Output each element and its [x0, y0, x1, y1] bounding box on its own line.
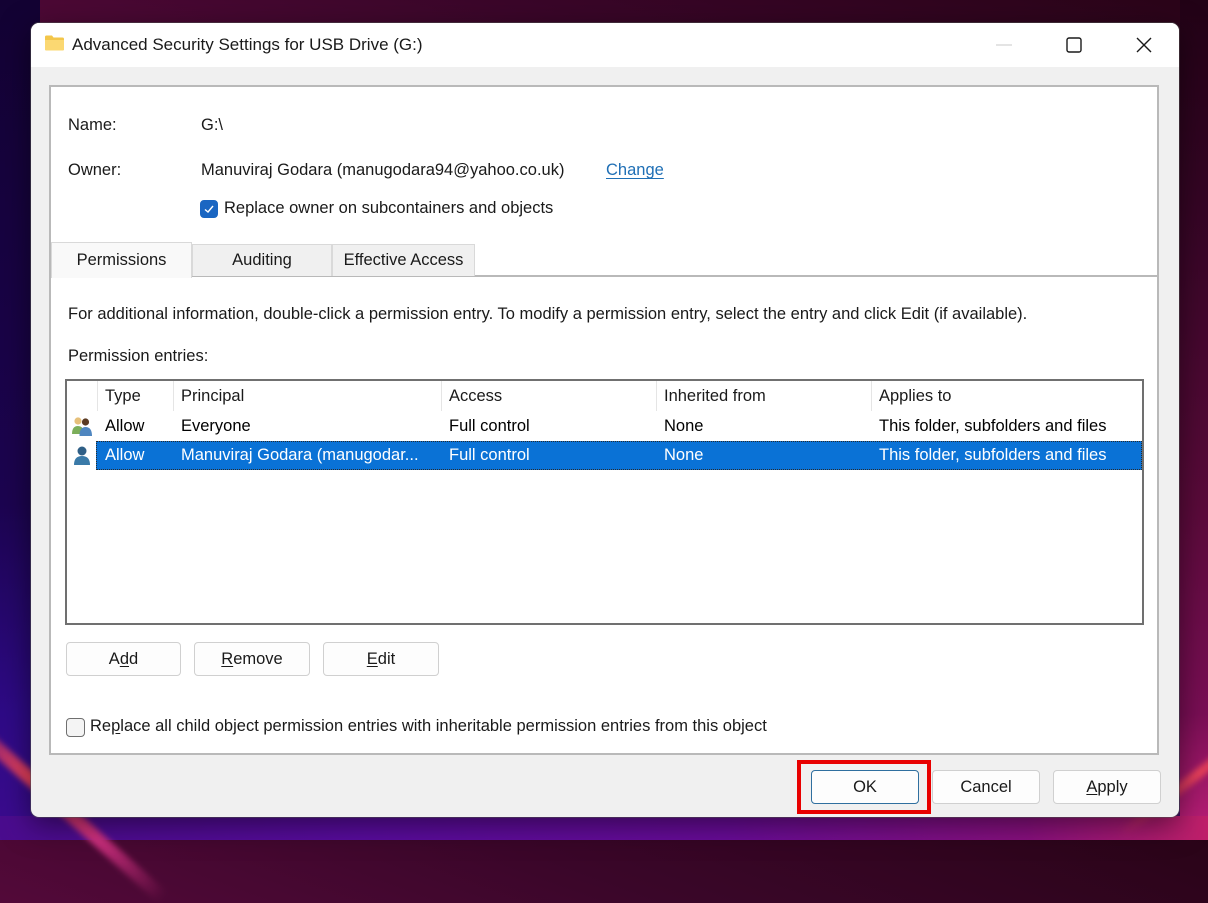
- add-label-pre: A: [108, 649, 120, 668]
- replace-owner-label[interactable]: Replace owner on subcontainers and objec…: [224, 199, 553, 218]
- desktop-wallpaper-right: [1180, 0, 1208, 840]
- title-bar[interactable]: Advanced Security Settings for USB Drive…: [31, 23, 1179, 67]
- permission-entries-label: Permission entries:: [68, 347, 209, 365]
- column-header-inherited-from[interactable]: Inherited from: [657, 381, 872, 411]
- owner-value: Manuviraj Godara (manugodara94@yahoo.co.…: [201, 161, 565, 179]
- group-users-icon: [72, 417, 92, 436]
- column-header-access[interactable]: Access: [442, 381, 657, 411]
- permissions-info-text: For additional information, double-click…: [68, 305, 1028, 323]
- edit-label-mnemonic: E: [366, 649, 378, 668]
- edit-label-post: dit: [377, 649, 396, 668]
- tab-auditing[interactable]: Auditing: [192, 244, 332, 276]
- remove-label-mnemonic: R: [221, 649, 234, 668]
- apply-label-mnemonic: A: [1086, 777, 1098, 796]
- checkmark-icon: [204, 205, 214, 213]
- cell-inherited-from: None: [664, 417, 704, 435]
- cell-applies-to: This folder, subfolders and files: [879, 417, 1107, 435]
- cell-access: Full control: [449, 446, 530, 464]
- minimize-icon: [996, 44, 1012, 46]
- user-icon: [74, 446, 90, 465]
- table-row[interactable]: Allow Everyone Full control None This fo…: [67, 412, 1142, 441]
- maximize-button[interactable]: [1039, 23, 1109, 67]
- remove-button[interactable]: Remove: [194, 642, 310, 676]
- name-label: Name:: [68, 116, 117, 134]
- column-header-icon[interactable]: [67, 381, 98, 411]
- replace-child-label-pre: Re: [90, 717, 112, 735]
- cancel-button[interactable]: Cancel: [932, 770, 1040, 804]
- tab-permissions[interactable]: Permissions: [51, 242, 192, 278]
- name-value: G:\: [201, 116, 224, 134]
- replace-child-permissions-label[interactable]: Replace all child object permission entr…: [90, 717, 767, 736]
- replace-child-permissions-checkbox[interactable]: [66, 718, 85, 737]
- advanced-security-settings-dialog: Advanced Security Settings for USB Drive…: [31, 23, 1179, 817]
- minimize-button[interactable]: [969, 23, 1039, 67]
- cell-type: Allow: [105, 417, 145, 435]
- row-cells: Allow Manuviraj Godara (manugodar... Ful…: [96, 441, 1142, 470]
- window-title: Advanced Security Settings for USB Drive…: [72, 35, 423, 54]
- cell-principal: Everyone: [181, 417, 251, 435]
- cell-type: Allow: [105, 446, 145, 464]
- permission-entries-list[interactable]: Type Principal Access Inherited from App…: [65, 379, 1144, 625]
- cell-principal: Manuviraj Godara (manugodar...: [181, 446, 419, 464]
- tab-effective-access[interactable]: Effective Access: [332, 244, 475, 276]
- change-owner-link[interactable]: Change: [606, 161, 664, 180]
- close-icon: [1136, 37, 1152, 53]
- replace-owner-checkbox[interactable]: [200, 200, 218, 218]
- cell-applies-to: This folder, subfolders and files: [879, 446, 1107, 464]
- row-cells: Allow Everyone Full control None This fo…: [96, 412, 1142, 441]
- close-button[interactable]: [1109, 23, 1179, 67]
- apply-button[interactable]: Apply: [1053, 770, 1161, 804]
- folder-icon: [45, 35, 64, 51]
- desktop-wallpaper-bottom: [0, 816, 1208, 840]
- security-settings-panel: Name: G:\ Owner: Manuviraj Godara (manug…: [49, 85, 1159, 755]
- add-label-mnemonic: d: [119, 649, 129, 668]
- remove-label-post: emove: [233, 649, 283, 668]
- edit-button[interactable]: Edit: [323, 642, 439, 676]
- column-header-applies-to[interactable]: Applies to: [872, 381, 1142, 411]
- cell-access: Full control: [449, 417, 530, 435]
- cell-inherited-from: None: [664, 446, 704, 464]
- column-header-principal[interactable]: Principal: [174, 381, 442, 411]
- table-row-selected[interactable]: Allow Manuviraj Godara (manugodar... Ful…: [67, 441, 1142, 470]
- add-button[interactable]: Add: [66, 642, 181, 676]
- replace-child-label-post: lace all child object permission entries…: [120, 717, 767, 735]
- owner-label: Owner:: [68, 161, 122, 179]
- ok-button[interactable]: OK: [811, 770, 919, 804]
- column-header-type[interactable]: Type: [98, 381, 174, 411]
- add-label-post: d: [129, 649, 139, 668]
- apply-label-post: pply: [1097, 777, 1128, 796]
- maximize-icon: [1066, 37, 1082, 53]
- replace-child-label-mnemonic: p: [111, 717, 121, 735]
- list-header: Type Principal Access Inherited from App…: [67, 381, 1142, 411]
